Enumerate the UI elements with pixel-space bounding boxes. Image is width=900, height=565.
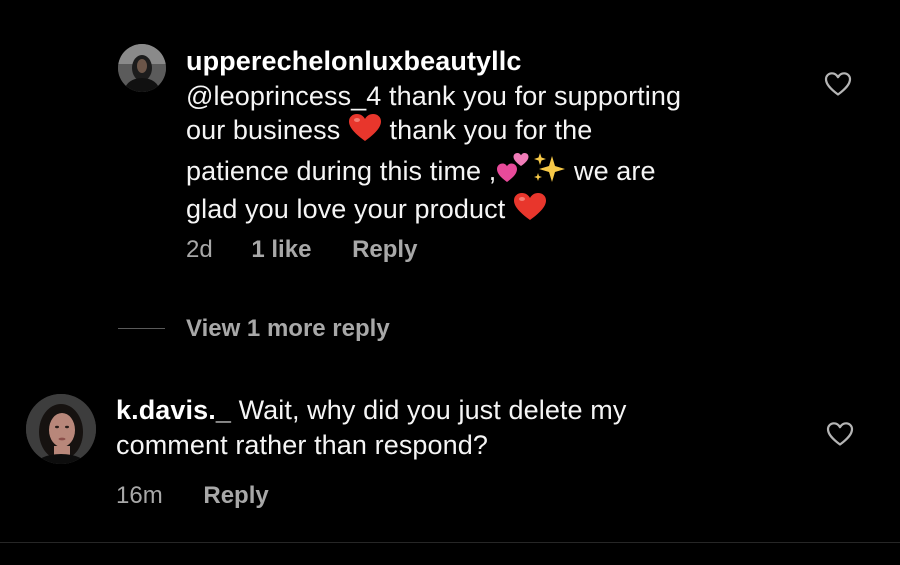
comment-text-segment: glad you love your product bbox=[186, 194, 513, 224]
comment-username[interactable]: upperechelonluxbeautyllc bbox=[186, 46, 521, 76]
comment-text-segment: thank you for the bbox=[381, 115, 593, 145]
avatar-image bbox=[118, 44, 166, 92]
comment-line: comment rather than respond? bbox=[116, 429, 489, 460]
red-heart-emoji-icon bbox=[513, 192, 547, 231]
comment-text-segment: Wait, why did you just delete my bbox=[230, 395, 627, 425]
avatar[interactable] bbox=[26, 394, 96, 464]
view-replies-divider bbox=[118, 328, 165, 329]
view-more-replies-button[interactable]: View 1 more reply bbox=[186, 315, 390, 343]
comment-upperechelon: upperechelonluxbeautyllc @leoprincess_4 … bbox=[0, 0, 900, 342]
comment-time: 2d bbox=[186, 236, 213, 263]
reply-button[interactable]: Reply bbox=[352, 236, 417, 264]
comment-text-segment: our business bbox=[186, 115, 348, 145]
comment-meta: 16m Reply bbox=[116, 482, 269, 510]
comment-line: @leoprincess_4 thank you for supporting bbox=[186, 80, 682, 111]
avatar[interactable] bbox=[118, 44, 166, 92]
comment-time: 16m bbox=[116, 482, 163, 509]
comment-line: glad you love your product bbox=[186, 192, 786, 231]
like-heart-icon[interactable] bbox=[824, 71, 852, 97]
comment-text-segment: patience during this time , bbox=[186, 155, 497, 186]
comment-body: k.davis._ Wait, why did you just delete … bbox=[116, 393, 756, 462]
two-hearts-emoji-icon bbox=[496, 152, 532, 193]
comment-username[interactable]: k.davis._ bbox=[116, 395, 231, 425]
reply-button[interactable]: Reply bbox=[203, 482, 268, 510]
comment-kdavis: k.davis._ Wait, why did you just delete … bbox=[0, 380, 900, 530]
comment-line: our business thank you for the bbox=[186, 113, 786, 152]
comment-meta: 2d 1 like Reply bbox=[186, 236, 417, 264]
avatar-image bbox=[26, 394, 96, 464]
bottom-divider bbox=[0, 542, 900, 543]
comment-body: upperechelonluxbeautyllc @leoprincess_4 … bbox=[186, 44, 786, 231]
red-heart-emoji-icon bbox=[348, 113, 382, 152]
comment-line: k.davis._ Wait, why did you just delete … bbox=[116, 393, 756, 428]
like-count[interactable]: 1 like bbox=[251, 236, 311, 264]
like-heart-icon[interactable] bbox=[826, 421, 854, 447]
comment-text-segment: we are bbox=[566, 155, 656, 186]
comment-line: patience during this time , we are bbox=[186, 152, 786, 193]
sparkles-emoji-icon bbox=[532, 152, 566, 193]
